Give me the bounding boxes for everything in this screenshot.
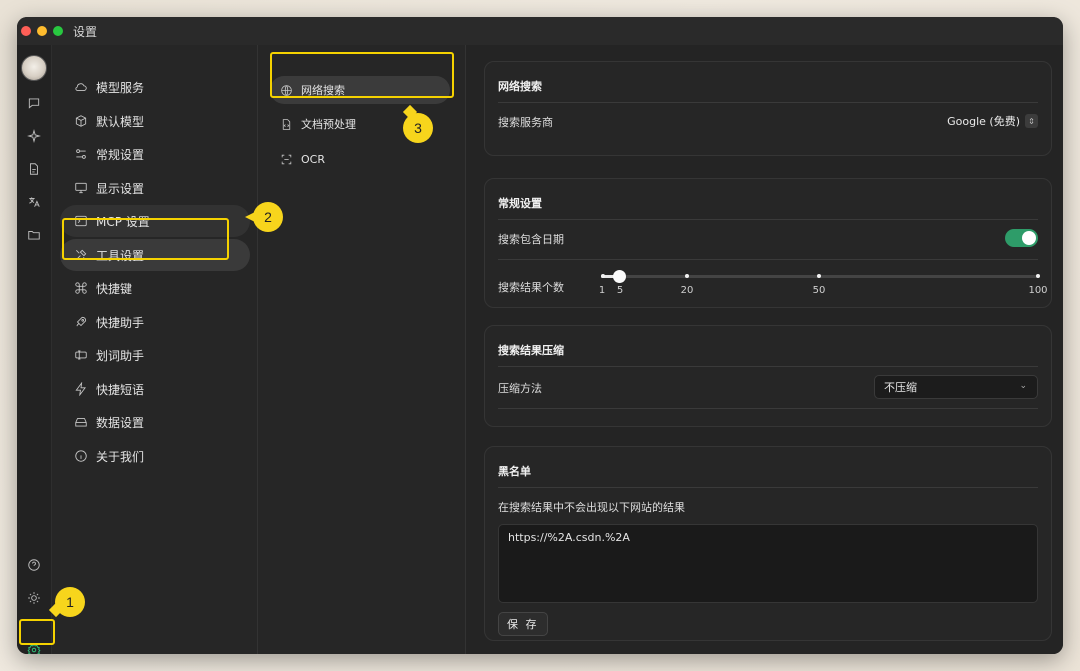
sliders-icon [76,149,86,159]
title-bar: 设置 [17,17,1063,45]
cloud-icon [75,83,87,91]
slider-mark-label: 100 [1028,285,1048,296]
menu-item-label: 快捷短语 [96,382,145,397]
sub-item-label: 文档预处理 [301,118,356,131]
menu-item-label: 常规设置 [96,147,145,162]
card-title: 黑名单 [498,465,531,478]
menu-item-display[interactable]: 显示设置 [60,172,250,204]
updown-icon: ⇕ [1025,114,1038,128]
zap-icon [75,382,86,396]
save-button[interactable]: 保 存 [498,612,548,636]
slider-mark-label: 5 [616,285,624,296]
slider-mark-label: 50 [812,285,826,296]
card-title: 网络搜索 [498,80,542,93]
menu-item-quick-assistant[interactable]: 快捷助手 [60,306,250,338]
compression-method-dropdown[interactable]: 不压缩 ⌄ [874,375,1038,399]
menu-item-default-model[interactable]: 默认模型 [60,105,250,137]
compression-card: 搜索结果压缩 压缩方法 不压缩 ⌄ [484,325,1052,427]
blacklist-card: 黑名单 在搜索结果中不会出现以下网站的结果 https://%2A.csdn.%… [484,446,1052,641]
menu-item-data[interactable]: 数据设置 [60,406,250,438]
document-icon[interactable] [23,158,45,180]
help-icon[interactable] [23,554,45,576]
info-icon [75,450,87,462]
compression-method-label: 压缩方法 [498,382,542,395]
cube-icon [75,115,87,127]
result-count-label: 搜索结果个数 [498,281,564,294]
theme-icon[interactable] [23,587,45,609]
card-title: 搜索结果压缩 [498,344,564,357]
chat-icon[interactable] [23,92,45,114]
menu-item-selection-assistant[interactable]: 划词助手 [60,339,250,371]
command-icon [75,282,87,294]
highlight-tools [62,218,229,260]
folder-icon[interactable] [23,224,45,246]
slider-mark-label: 1 [598,285,606,296]
sub-item-ocr[interactable]: OCR [270,145,450,173]
menu-item-label: 快捷键 [96,281,133,296]
highlight-settings [19,619,55,645]
hard-drive-icon [75,418,87,427]
minimize-window-button[interactable] [37,26,47,36]
menu-item-label: 划词助手 [96,348,145,363]
translate-icon[interactable] [23,191,45,213]
general-card: 常规设置 搜索包含日期 搜索结果个数 1 5 20 50 100 [484,178,1052,308]
annotation-badge-2: 2 [245,202,283,232]
settings-window: 设置 模型服务 默认模型 常规设置 显示设置 MCP 设置 工具设置 快捷键 快… [17,17,1063,654]
menu-item-label: 关于我们 [96,449,145,464]
scan-icon [281,154,292,164]
menu-item-label: 快捷助手 [96,315,145,330]
window-title: 设置 [73,24,98,39]
sub-item-label: OCR [301,152,325,166]
card-title: 常规设置 [498,197,542,210]
menu-item-quick-phrases[interactable]: 快捷短语 [60,373,250,405]
provider-label: 搜索服务商 [498,116,553,129]
settings-content: 网络搜索 搜索服务商 Google (免费) ⇕ 常规设置 搜索包含日期 搜索结… [466,45,1063,654]
web-search-card: 网络搜索 搜索服务商 Google (免费) ⇕ [484,61,1052,156]
slider-mark-label: 20 [680,285,694,296]
blacklist-description: 在搜索结果中不会出现以下网站的结果 [498,501,685,514]
include-date-toggle[interactable] [1005,229,1038,247]
slider-thumb[interactable] [613,270,626,283]
annotation-badge-1: 1 [55,587,85,617]
highlight-web-search [270,52,454,98]
icon-rail [17,45,52,654]
menu-item-general[interactable]: 常规设置 [60,138,250,170]
provider-value: Google (免费) [947,115,1020,128]
rocket-icon [76,316,87,327]
tools-submenu: 网络搜索 文档预处理 OCR [258,45,466,654]
close-window-button[interactable] [21,26,31,36]
settings-menu: 模型服务 默认模型 常规设置 显示设置 MCP 设置 工具设置 快捷键 快捷助手… [52,45,258,654]
include-date-label: 搜索包含日期 [498,233,564,246]
chevron-down-icon: ⌄ [1019,381,1027,391]
file-code-icon [282,118,291,130]
menu-item-about[interactable]: 关于我们 [60,440,250,472]
annotation-badge-3: 3 [403,113,433,143]
sparkle-icon[interactable] [23,125,45,147]
text-cursor-icon [75,350,87,360]
menu-item-label: 数据设置 [96,415,145,430]
maximize-window-button[interactable] [53,26,63,36]
menu-item-shortcuts[interactable]: 快捷键 [60,272,250,304]
result-count-slider[interactable]: 1 5 20 50 100 [599,270,1048,296]
provider-select[interactable]: Google (免费) ⇕ [947,113,1038,129]
monitor-icon [75,182,87,194]
menu-item-label: 显示设置 [96,181,145,196]
menu-item-label: 模型服务 [96,80,145,95]
menu-item-model-service[interactable]: 模型服务 [60,71,250,103]
dropdown-value: 不压缩 [884,381,917,394]
menu-item-label: 默认模型 [96,114,145,129]
avatar[interactable] [21,55,47,81]
blacklist-textarea[interactable]: https://%2A.csdn.%2A [498,524,1038,603]
